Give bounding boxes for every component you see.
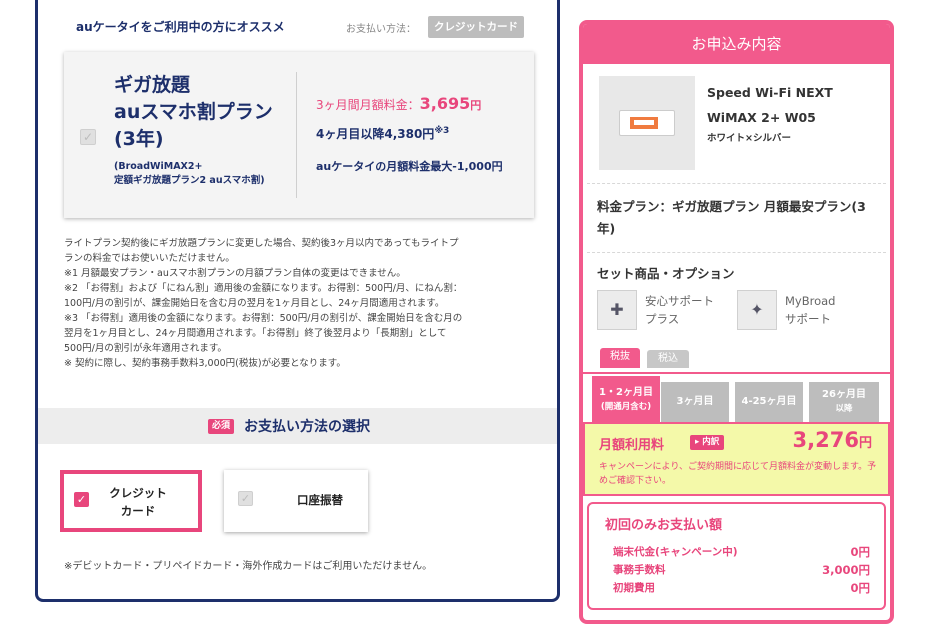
initial-item-value: 3,000円 <box>822 563 870 577</box>
monthly-fee-label: 月額利用料 <box>599 438 665 453</box>
initial-item-label: 端末代金(キャンペーン中) <box>613 546 738 558</box>
tab-period-3[interactable]: 3ヶ月目 <box>661 382 729 422</box>
tax-tabs: 税抜 税込 <box>583 348 890 374</box>
required-badge: 必須 <box>208 419 235 434</box>
initial-item-label: 初期費用 <box>613 582 655 594</box>
credit-card-label: クレジット カード <box>109 486 167 518</box>
tab-period-4-25[interactable]: 4-25ヶ月目 <box>735 382 803 422</box>
initial-item-value: 0円 <box>850 545 870 559</box>
mybroad-icon: ✦ <box>737 290 777 330</box>
order-summary-header: お申込み内容 <box>583 24 890 64</box>
initial-item-label: 事務手数料 <box>613 564 666 576</box>
payment-section-header: 必須 お支払い方法の選択 <box>38 408 557 444</box>
product-row: Speed Wi-Fi NEXT WiMAX 2+ W05 ホワイト×シルバー <box>587 64 886 184</box>
tab-tax-excluded[interactable]: 税抜 <box>600 348 640 368</box>
bank-transfer-checkbox[interactable]: ✓ <box>238 491 253 506</box>
router-icon <box>619 110 675 136</box>
pay-option-bank-transfer[interactable]: ✓ 口座振替 <box>224 470 368 532</box>
plan-title: ギガ放題 auスマホ割プラン (3年) <box>114 74 273 150</box>
period-tabs: 1・2ヶ月目 (開通月含む) 3ヶ月目 4-25ヶ月目 26ヶ月目 以降 <box>583 376 890 422</box>
monthly-fee-box: 月額利用料 ▸ 内訳 3,276円 キャンペーンにより、ご契約期間に応じて月額料… <box>583 422 890 496</box>
support-icon: ✚ <box>597 290 637 330</box>
payment-note: ※デビットカード・プリペイドカード・海外作成カードはご利用いただけません。 <box>64 561 433 572</box>
options-list: ✚ 安心サポート プラス ✦ MyBroad サポート <box>583 282 890 342</box>
monthly-fee-value: 3,276円 <box>792 428 872 452</box>
monthly-fee-note: キャンペーンにより、ご契約期間に応じて月額料金が変動します。予めご確認下さい。 <box>599 462 877 486</box>
options-title: セット商品・オプション <box>597 266 735 281</box>
plan-divider <box>296 72 297 198</box>
tab-tax-included[interactable]: 税込 <box>647 350 689 368</box>
plan-subtitle: (BroadWiMAX2+ 定額ギガ放題プラン2 auスマホ割) <box>114 161 265 186</box>
product-name: Speed Wi-Fi NEXT WiMAX 2+ W05 <box>707 85 833 125</box>
plan-notes: ライトプラン契約後にギガ放題プランに変更した場合、契約後3ヶ月以内であってもライ… <box>64 238 463 369</box>
selected-plan: 料金プラン：ギガ放題プラン 月額最安プラン(3年) <box>587 184 886 253</box>
product-image <box>599 76 695 170</box>
pay-option-credit-card[interactable]: ✓ クレジット カード <box>60 470 202 532</box>
plan-panel: auケータイをご利用中の方にオススメ お支払い方法： クレジットカード ✓ ギガ… <box>35 0 560 602</box>
plan-card[interactable]: ✓ ギガ放題 auスマホ割プラン (3年) (BroadWiMAX2+ 定額ギガ… <box>64 52 534 218</box>
plan-price: 3ヶ月間月額料金：3,695円 <box>316 94 482 113</box>
product-color: ホワイト×シルバー <box>707 133 791 144</box>
section-title: お支払い方法の選択 <box>244 419 370 435</box>
tab-period-26[interactable]: 26ヶ月目 以降 <box>809 382 879 422</box>
payment-method-badge: クレジットカード <box>428 16 524 38</box>
bank-transfer-label: 口座振替 <box>297 493 343 507</box>
recommend-label: auケータイをご利用中の方にオススメ <box>76 20 285 34</box>
initial-payment-box: 初回のみお支払い額 端末代金(キャンペーン中) 0円 事務手数料 3,000円 … <box>587 502 886 610</box>
credit-card-checkbox[interactable]: ✓ <box>74 492 89 507</box>
initial-item-value: 0円 <box>850 581 870 595</box>
breakdown-button[interactable]: ▸ 内訳 <box>690 435 725 450</box>
order-summary-panel: お申込み内容 Speed Wi-Fi NEXT WiMAX 2+ W05 ホワイ… <box>579 20 894 624</box>
plan-checkbox[interactable]: ✓ <box>80 129 96 145</box>
plan-price-value: 3,695 <box>419 94 471 113</box>
plan-discount: auケータイの月額料金最大-1,000円 <box>316 160 503 173</box>
initial-payment-title: 初回のみお支払い額 <box>605 518 723 533</box>
plan-later-price: 4ヶ月目以降4,380円※3 <box>316 126 450 141</box>
payment-method-label: お支払い方法： <box>346 24 416 35</box>
tab-period-1-2[interactable]: 1・2ヶ月目 (開通月含む) <box>592 376 660 422</box>
